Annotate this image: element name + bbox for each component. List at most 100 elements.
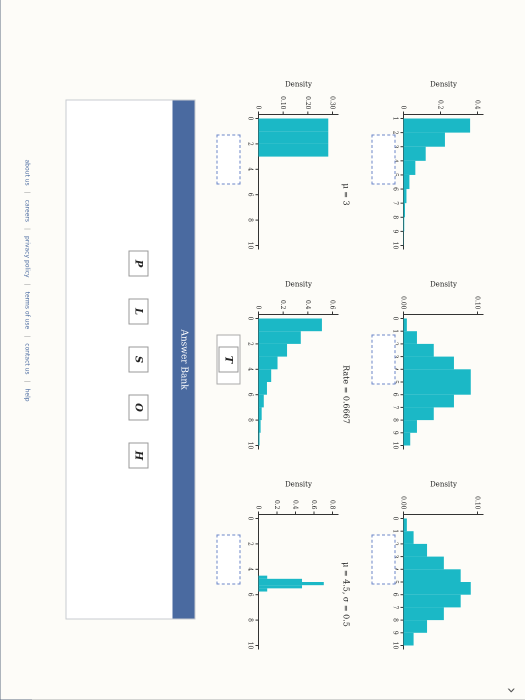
footer-link-about[interactable]: about us <box>24 160 31 186</box>
histogram-bar <box>403 331 417 344</box>
x-tick-label: 8 <box>247 618 254 622</box>
histogram-bar <box>258 331 301 344</box>
answer-slot-3[interactable] <box>371 534 396 585</box>
x-tick-label: 0 <box>247 517 254 521</box>
answer-slot-2[interactable] <box>371 334 396 385</box>
bank-tile-s[interactable]: S <box>128 346 149 373</box>
x-tick-label: 0 <box>247 317 254 321</box>
y-axis-label: Density <box>285 281 312 289</box>
histogram-chart: Density 0 0.2 0.4 0.6 0 2 4 6 8 10 <box>247 281 339 450</box>
x-tick-label: 8 <box>392 618 399 622</box>
x-tick-label: 6 <box>392 187 399 191</box>
histogram-bar <box>403 217 405 232</box>
footer-link-careers[interactable]: careers <box>24 200 31 222</box>
histogram-chart: Density 0 0.10 0.20 0.30 0 2 4 6 8 10 <box>247 81 339 250</box>
y-tick-label: 0.00 <box>400 296 407 310</box>
histogram-bar <box>258 575 268 579</box>
histogram-bar <box>403 420 417 433</box>
chevron-icon[interactable]: › <box>503 687 522 693</box>
x-tick-label: 2 <box>247 342 254 346</box>
x-tick-label: 9 <box>392 229 399 233</box>
x-tick-label: 10 <box>247 642 254 650</box>
histogram-bar <box>403 556 444 570</box>
answer-bank: Answer Bank P L S O H <box>65 99 196 620</box>
x-tick-label: 4 <box>247 367 254 371</box>
y-axis-label: Density <box>430 481 457 489</box>
y-axis-label: Density <box>430 81 457 89</box>
answer-tile[interactable]: T <box>218 346 239 373</box>
y-tick-label: 0 <box>400 106 407 110</box>
y-tick-label: 0.30 <box>329 96 336 110</box>
x-tick-label: 9 <box>392 431 399 435</box>
bank-tile-p[interactable]: P <box>128 250 149 277</box>
footer-link-help[interactable]: help <box>24 389 31 402</box>
histogram-bar <box>403 174 410 190</box>
x-tick-label: 8 <box>392 418 399 422</box>
y-tick-label: 0.10 <box>279 96 286 110</box>
footer-link-terms[interactable]: terms of use <box>24 292 31 330</box>
histogram-chart: Density0.000.10012345678910 <box>392 281 484 450</box>
histogram-bar <box>403 594 461 608</box>
answer-slot-1[interactable] <box>371 134 396 185</box>
bank-tile-h[interactable]: H <box>128 442 149 469</box>
histogram-bar <box>403 382 471 395</box>
x-tick-label: 1 <box>392 529 399 533</box>
histogram-bar <box>403 189 407 204</box>
histogram-bar <box>403 531 414 544</box>
histogram-bar <box>403 518 407 532</box>
x-tick-label: 6 <box>392 393 399 397</box>
histogram-bar <box>258 131 329 144</box>
y-tick-label: 0.8 <box>329 500 336 510</box>
footer-link-privacy[interactable]: privacy policy <box>24 236 31 278</box>
y-tick-label: 0.6 <box>310 500 317 510</box>
histogram-bar <box>403 118 471 133</box>
histogram-bar <box>258 382 267 395</box>
x-tick-label: 10 <box>247 242 254 250</box>
histogram-bar <box>258 585 303 589</box>
x-tick-label: 7 <box>392 605 399 609</box>
histogram-bar <box>403 620 428 633</box>
x-tick-label: 8 <box>392 215 399 219</box>
y-axis-label: Density <box>285 481 312 489</box>
x-tick-label: 0 <box>392 317 399 321</box>
histogram-bar <box>403 318 407 332</box>
histogram-bar <box>403 356 454 370</box>
y-tick-label: 0.10 <box>474 296 481 310</box>
y-tick-label: 0.4 <box>304 300 311 310</box>
y-axis-label: Density <box>285 81 312 89</box>
histogram-chart: Density00.20.412345678910 <box>392 81 484 250</box>
x-tick-label: 2 <box>247 542 254 546</box>
histogram-bar <box>403 343 434 357</box>
histogram-bar <box>403 407 434 421</box>
histogram-bar <box>258 407 262 421</box>
x-tick-label: 10 <box>247 442 254 450</box>
x-tick-label: 8 <box>247 218 254 222</box>
x-tick-label: 1 <box>392 117 399 121</box>
histogram-bar <box>403 394 454 408</box>
bank-tile-l[interactable]: L <box>128 298 149 325</box>
histogram-bar <box>258 578 303 582</box>
y-tick-label: 0.4 <box>474 100 481 110</box>
y-tick-label: 0.4 <box>292 500 299 510</box>
answer-slot-6[interactable] <box>216 534 241 585</box>
y-tick-label: 0.2 <box>437 100 444 110</box>
histogram-bar <box>258 318 322 332</box>
histogram-bar <box>403 432 411 446</box>
histogram-bar <box>403 132 445 147</box>
footer-link-contact[interactable]: contact us <box>24 343 31 374</box>
y-axis-label: Density <box>430 281 457 289</box>
histogram-bar <box>258 118 329 132</box>
histogram-bar <box>403 582 471 595</box>
x-tick-label: 6 <box>247 593 254 597</box>
histogram-chart: Density0.000.10012345678910 <box>392 481 484 650</box>
bank-tile-o[interactable]: O <box>128 394 149 421</box>
histogram-bar <box>403 369 471 383</box>
y-tick-label: 0.6 <box>329 300 336 310</box>
x-tick-label: 6 <box>247 393 254 397</box>
y-tick-label: 0 <box>255 506 262 510</box>
y-tick-label: 0.2 <box>279 300 286 310</box>
histogram-bar <box>403 543 428 557</box>
answer-slot-4[interactable] <box>216 134 241 185</box>
x-tick-label: 6 <box>247 193 254 197</box>
answer-slot-5[interactable]: T <box>216 334 241 385</box>
